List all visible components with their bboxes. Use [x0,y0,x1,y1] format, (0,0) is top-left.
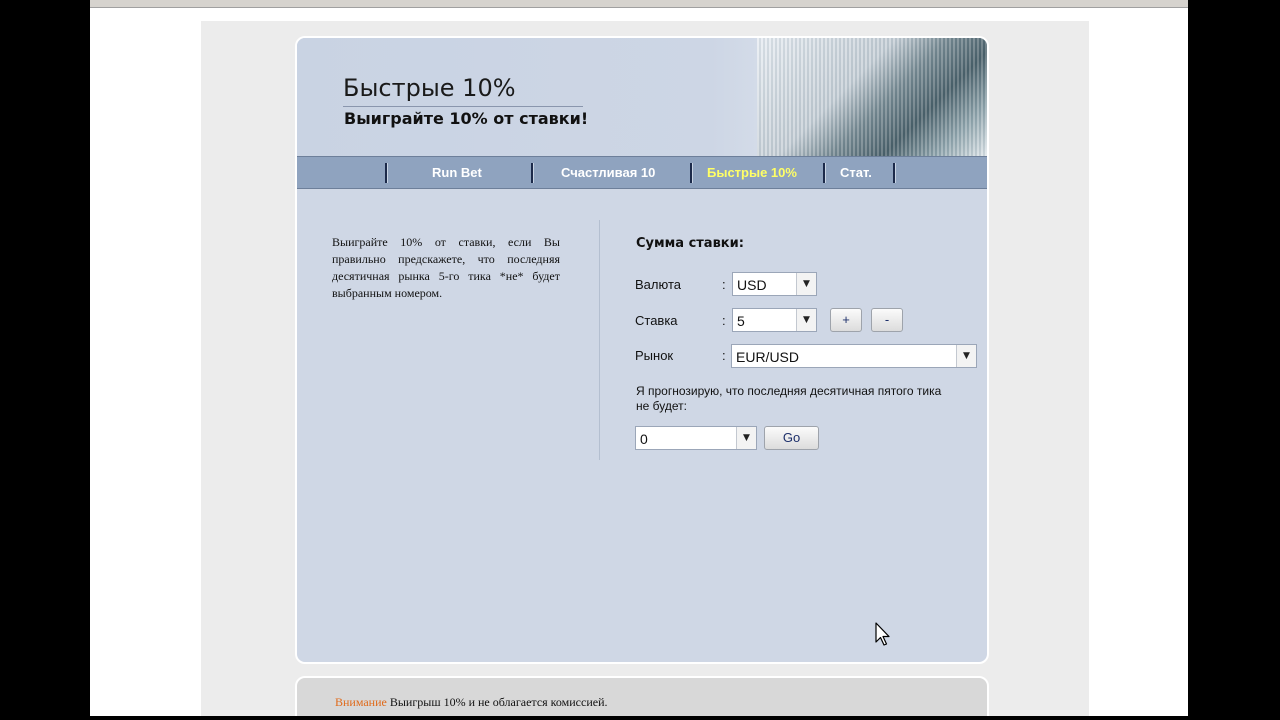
bet-description: Выиграйте 10% от ставки, если Вы правиль… [332,235,560,300]
currency-select[interactable]: USD ▼ [732,272,817,296]
page-title: Быстрые 10% [343,74,516,102]
nav-separator [893,163,896,183]
nav-item-lucky-10[interactable]: Счастливая 10 [561,165,655,180]
footer-text-line: Внимание Выигрыш 10% и не облагается ком… [335,695,608,710]
chevron-down-icon[interactable]: ▼ [736,427,756,449]
currency-value: USD [737,277,767,293]
nav-separator [531,163,534,183]
browser-viewport: Быстрые 10% Выиграйте 10% от ставки! Run… [90,0,1188,716]
navigation-bar: Run Bet Счастливая 10 Быстрые 10% Стат. [297,156,987,189]
stake-colon: : [722,313,726,328]
browser-top-edge [90,0,1188,8]
footer-message: Выигрыш 10% и не облагается комиссией. [386,695,608,709]
go-button[interactable]: Go [764,426,819,450]
footer-notice: Внимание Выигрыш 10% и не облагается ком… [295,676,989,716]
nav-item-stats[interactable]: Стат. [840,165,872,180]
header-photo [757,38,987,156]
nav-item-run-bet[interactable]: Run Bet [432,165,482,180]
stake-decrease-button[interactable]: - [871,308,903,332]
market-label: Рынок [635,348,674,363]
stake-select[interactable]: 5 ▼ [732,308,817,332]
market-value: EUR/USD [736,349,800,365]
nav-separator [385,163,388,183]
page-subtitle: Выиграйте 10% от ставки! [344,109,589,128]
market-colon: : [722,348,726,363]
chevron-down-icon[interactable]: ▼ [796,273,816,295]
digit-value: 0 [640,431,648,447]
stake-value: 5 [737,313,745,329]
stake-increase-button[interactable]: + [830,308,862,332]
nav-item-fast-10[interactable]: Быстрые 10% [707,165,797,180]
warning-label: Внимание [335,695,387,709]
nav-separator [690,163,693,183]
currency-colon: : [722,277,726,292]
prediction-hint: Я прогнозирую, что последняя десятичная … [636,384,942,413]
market-select[interactable]: EUR/USD ▼ [731,344,977,368]
column-divider [599,220,600,460]
title-underline [343,106,583,107]
header-banner: Быстрые 10% Выиграйте 10% от ставки! [297,38,987,156]
chevron-down-icon[interactable]: ▼ [796,309,816,331]
mouse-cursor-icon [875,622,890,646]
nav-separator [823,163,826,183]
currency-label: Валюта [635,277,681,292]
chevron-down-icon[interactable]: ▼ [956,345,976,367]
stake-label: Ставка [635,313,678,328]
digit-select[interactable]: 0 ▼ [635,426,757,450]
main-panel: Быстрые 10% Выиграйте 10% от ставки! Run… [295,36,989,664]
stake-heading: Сумма ставки: [636,236,744,251]
